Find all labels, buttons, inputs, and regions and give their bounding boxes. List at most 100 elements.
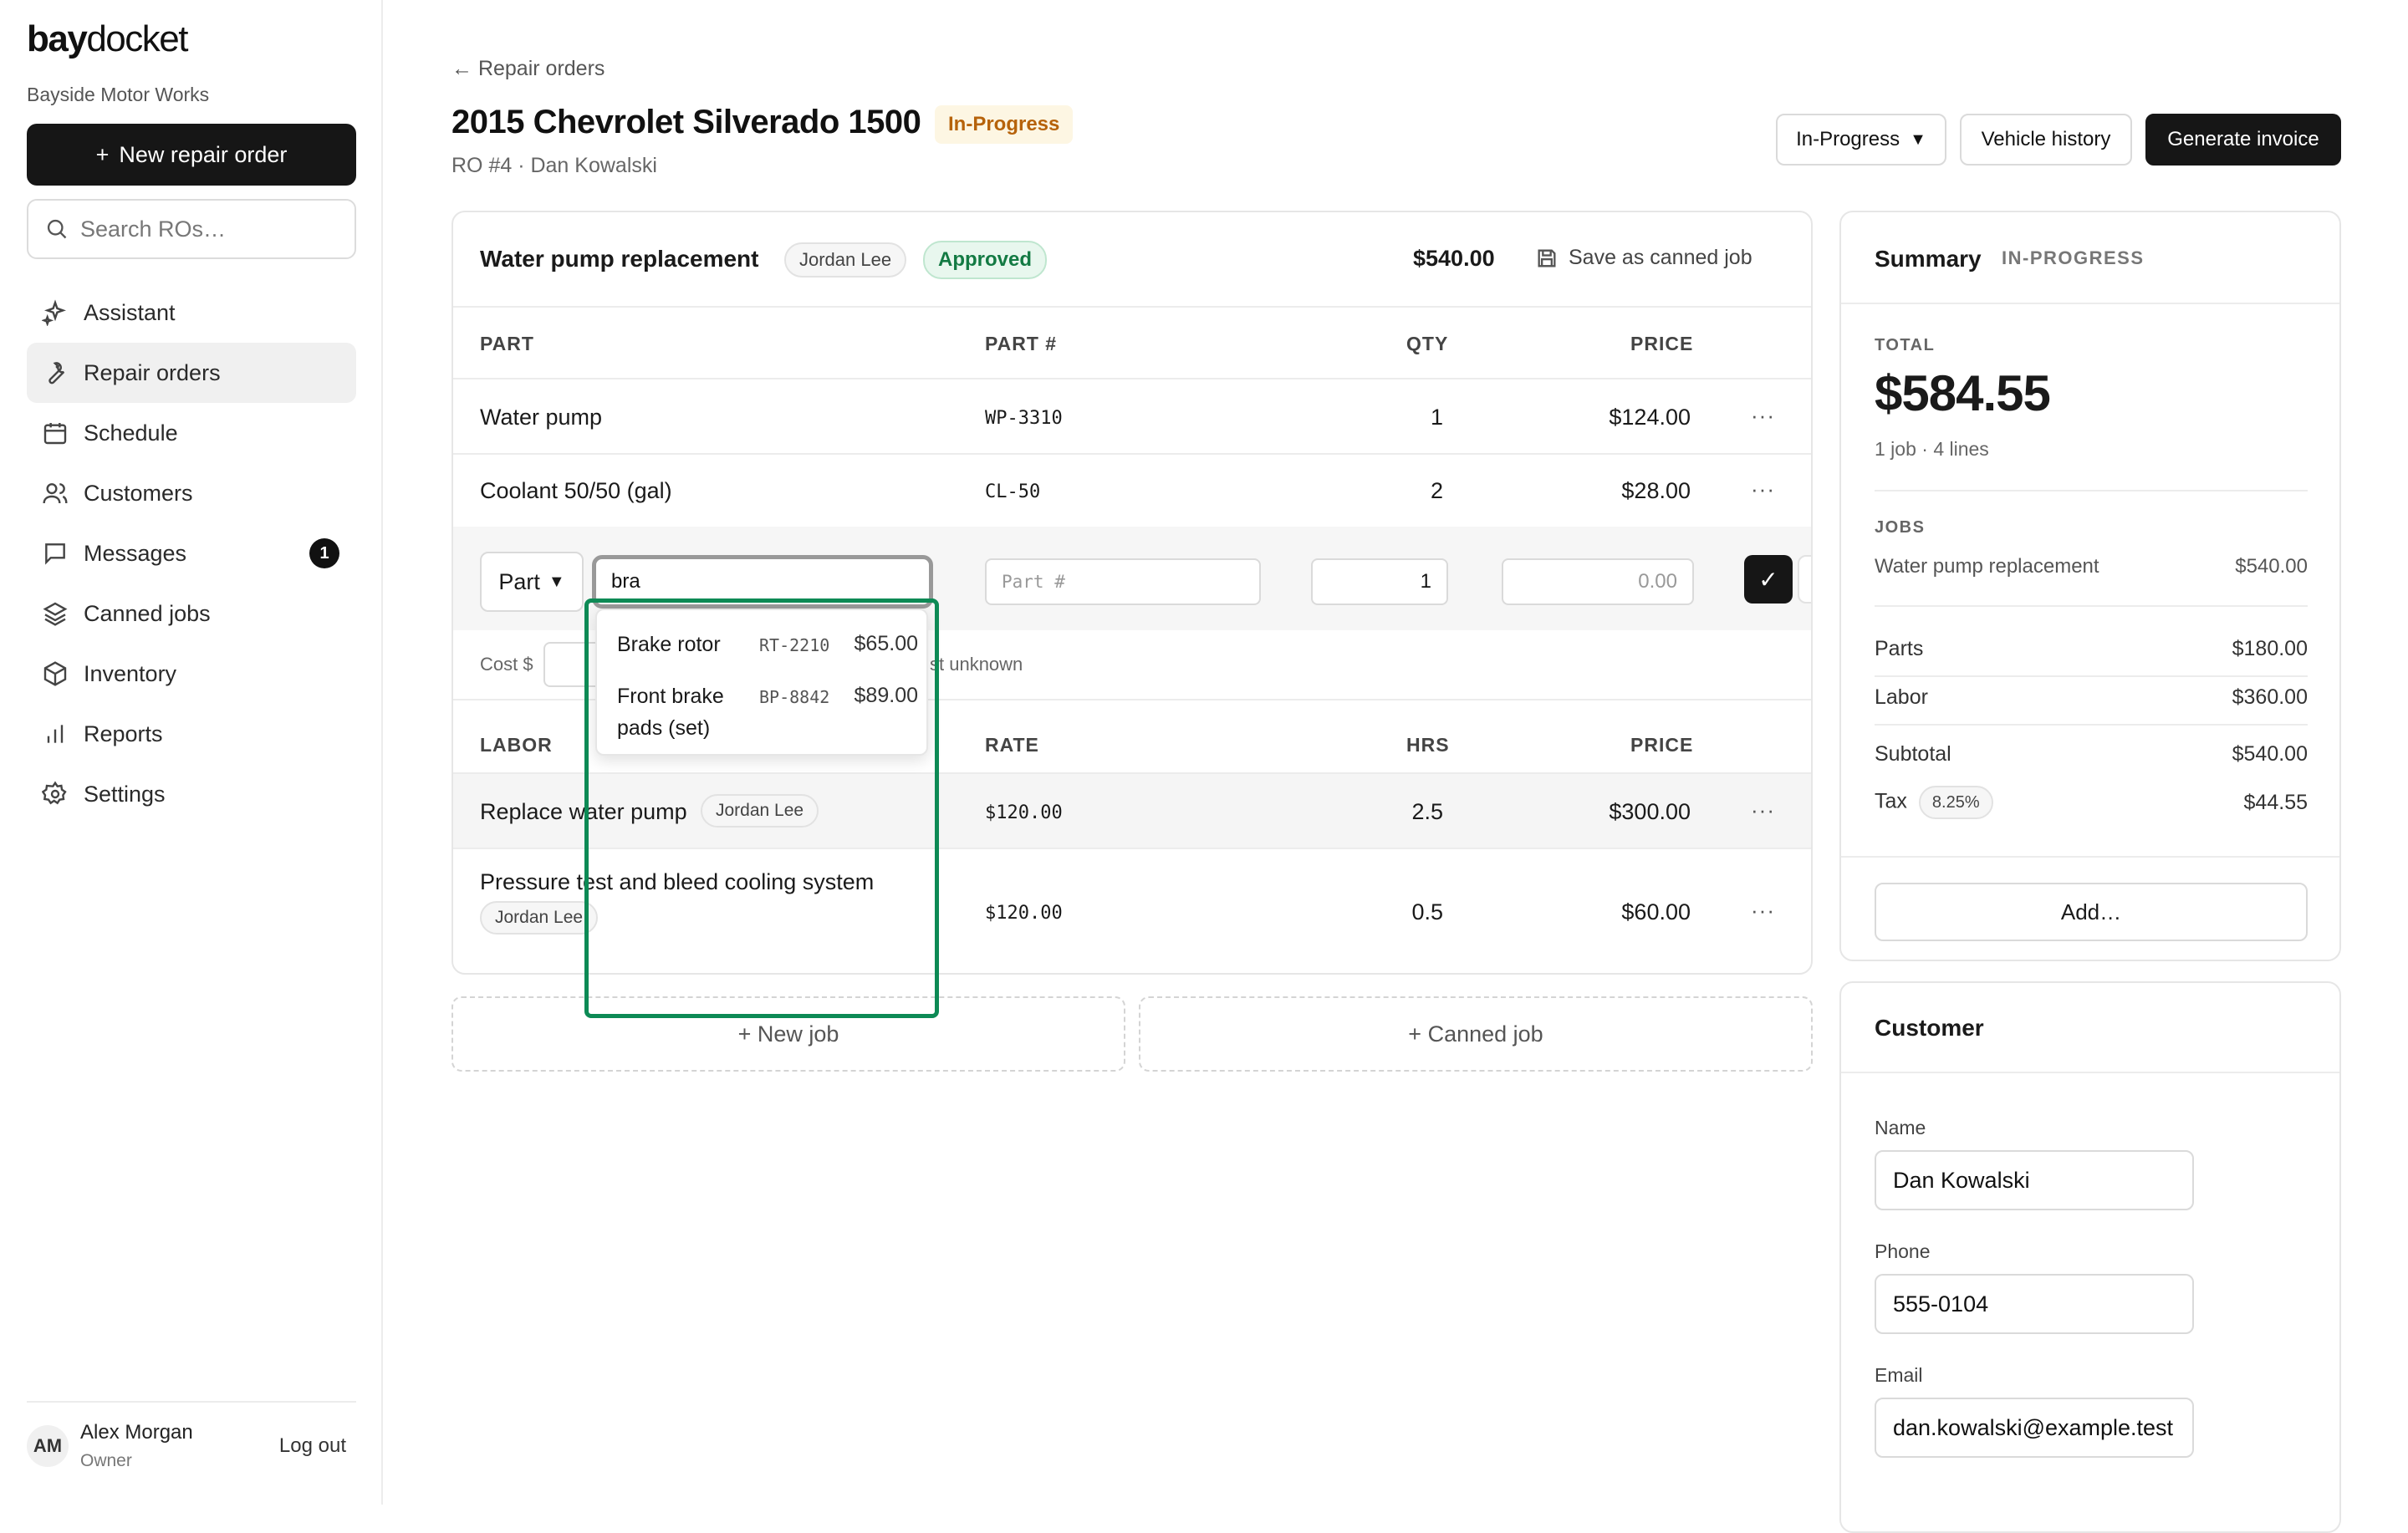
brand-logo[interactable]: baydocket: [27, 18, 188, 60]
col-hrs: HRS: [1406, 734, 1450, 756]
labor-hours: 2.5: [1411, 799, 1443, 824]
part-qty: 1: [1430, 405, 1443, 430]
suggestion-item[interactable]: Brake rotor RT-2210 $65.00: [617, 629, 918, 662]
summary-parts-line: Parts $180.00: [1875, 637, 2308, 660]
summary-subtotal-line: Subtotal $540.00: [1875, 742, 2308, 766]
part-qty: 2: [1430, 478, 1443, 503]
calendar-icon: [43, 423, 67, 445]
row-menu-icon[interactable]: ···: [1751, 476, 1775, 502]
new-job-button[interactable]: + New job: [452, 996, 1125, 1072]
price-input[interactable]: [1502, 558, 1694, 605]
part-number-input[interactable]: [985, 558, 1261, 605]
logout-link[interactable]: Log out: [279, 1434, 346, 1458]
status-select[interactable]: In-Progress ▼: [1776, 114, 1946, 166]
line-type-select[interactable]: Part ▼: [480, 552, 584, 612]
technician-chip[interactable]: Jordan Lee: [784, 242, 907, 278]
table-row[interactable]: Pressure test and bleed cooling system J…: [453, 849, 1811, 961]
customer-phone-field[interactable]: [1875, 1274, 2194, 1334]
table-row[interactable]: Replace water pump Jordan Lee $120.00 2.…: [453, 774, 1811, 849]
messages-count-badge: 1: [309, 538, 339, 568]
name-label: Name: [1875, 1117, 1926, 1138]
suggestion-name: Front brake pads (set): [617, 685, 724, 740]
wrench-icon: [48, 362, 65, 385]
search-input[interactable]: [80, 216, 331, 242]
table-row[interactable]: Coolant 50/50 (gal) CL-50 2 $28.00 ···: [453, 455, 1811, 527]
summary-panel: Summary IN-PROGRESS TOTAL $584.55 1 job …: [1839, 211, 2341, 961]
col-labor: LABOR: [480, 734, 553, 756]
customer-email-field[interactable]: [1875, 1398, 2194, 1458]
cost-note: st unknown: [930, 654, 1023, 675]
cost-label: Cost $: [480, 654, 533, 675]
job-card: Water pump replacement Jordan Lee Approv…: [452, 211, 1813, 975]
tax-rate-chip[interactable]: 8.25%: [1918, 786, 1993, 819]
add-button[interactable]: Add…: [1875, 883, 2308, 941]
technician-chip[interactable]: Jordan Lee: [701, 794, 819, 828]
sidebar-nav: Assistant Repair orders Schedule Custome…: [27, 283, 356, 824]
generate-invoice-button[interactable]: Generate invoice: [2145, 114, 2341, 166]
row-menu-icon[interactable]: ···: [1751, 403, 1775, 429]
suggestion-item[interactable]: Front brake pads (set) BP-8842 $89.00: [617, 680, 918, 747]
caret-down-icon: ▼: [1910, 130, 1926, 149]
row-menu-icon[interactable]: ···: [1751, 797, 1775, 823]
gear-icon: [42, 781, 67, 805]
part-search-input[interactable]: [592, 555, 933, 609]
new-repair-order-button[interactable]: + New repair order: [27, 124, 356, 186]
customer-name-field[interactable]: [1875, 1150, 2194, 1210]
avatar: AM: [27, 1425, 69, 1467]
users-icon: [43, 483, 68, 504]
message-icon: [45, 543, 65, 565]
sidebar-item-assistant[interactable]: Assistant: [27, 283, 356, 343]
sidebar-item-inventory[interactable]: Inventory: [27, 644, 356, 704]
status-badge: In-Progress: [935, 105, 1074, 144]
qty-input[interactable]: [1311, 558, 1448, 605]
table-row[interactable]: Water pump WP-3310 1 $124.00 ···: [453, 379, 1811, 455]
labor-rate: $120.00: [985, 802, 1063, 823]
back-to-repair-orders-link[interactable]: ← Repair orders: [452, 57, 605, 81]
shop-name: Bayside Motor Works: [27, 84, 210, 105]
approval-badge[interactable]: Approved: [923, 241, 1048, 279]
user-name: Alex Morgan: [80, 1421, 193, 1444]
labor-name: Replace water pump: [480, 799, 687, 824]
customer-title: Customer: [1875, 1015, 1984, 1041]
total-label: TOTAL: [1875, 336, 1936, 354]
sidebar-item-messages[interactable]: Messages 1: [27, 523, 356, 583]
close-icon: ✕: [1811, 565, 1813, 594]
col-price: PRICE: [1630, 333, 1694, 354]
box-icon: [43, 661, 67, 686]
sparkle-icon: [42, 299, 67, 326]
cancel-line-button[interactable]: ✕: [1798, 555, 1813, 604]
suggestion-price: $89.00: [854, 684, 918, 707]
col-rate: RATE: [985, 734, 1039, 756]
part-price: $124.00: [1609, 405, 1691, 430]
sidebar: baydocket Bayside Motor Works + New repa…: [0, 0, 383, 1505]
parts-table-header: PART PART # QTY PRICE: [453, 308, 1811, 379]
technician-chip[interactable]: Jordan Lee: [480, 901, 599, 935]
labor-price: $60.00: [1621, 899, 1691, 924]
email-label: Email: [1875, 1364, 1923, 1386]
canned-job-button[interactable]: + Canned job: [1139, 996, 1813, 1072]
part-name: Water pump: [480, 405, 603, 430]
save-as-canned-job-button[interactable]: Save as canned job: [1535, 246, 1752, 270]
confirm-line-button[interactable]: ✓: [1744, 555, 1793, 604]
labor-rate: $120.00: [985, 903, 1063, 924]
summary-total: $584.55: [1875, 365, 2051, 421]
sidebar-item-customers[interactable]: Customers: [27, 463, 356, 523]
suggestion-part-number: BP-8842: [759, 687, 830, 707]
vehicle-history-button[interactable]: Vehicle history: [1960, 114, 2132, 166]
col-labor-price: PRICE: [1630, 734, 1694, 756]
sidebar-item-reports[interactable]: Reports: [27, 704, 356, 764]
sidebar-item-schedule[interactable]: Schedule: [27, 403, 356, 463]
col-qty: QTY: [1406, 333, 1449, 354]
jobs-label: JOBS: [1875, 518, 1926, 537]
col-part: PART: [480, 333, 534, 354]
search-box[interactable]: [27, 199, 356, 259]
sidebar-item-canned-jobs[interactable]: Canned jobs: [27, 583, 356, 644]
row-menu-icon[interactable]: ···: [1751, 898, 1775, 924]
summary-title: Summary: [1875, 246, 1982, 272]
sidebar-item-repair-orders[interactable]: Repair orders: [27, 343, 356, 403]
summary-status: IN-PROGRESS: [2002, 247, 2145, 268]
part-price: $28.00: [1621, 478, 1691, 503]
sidebar-item-settings[interactable]: Settings: [27, 764, 356, 824]
customer-panel: Customer Name Phone Email: [1839, 981, 2341, 1533]
search-icon: [47, 219, 67, 239]
